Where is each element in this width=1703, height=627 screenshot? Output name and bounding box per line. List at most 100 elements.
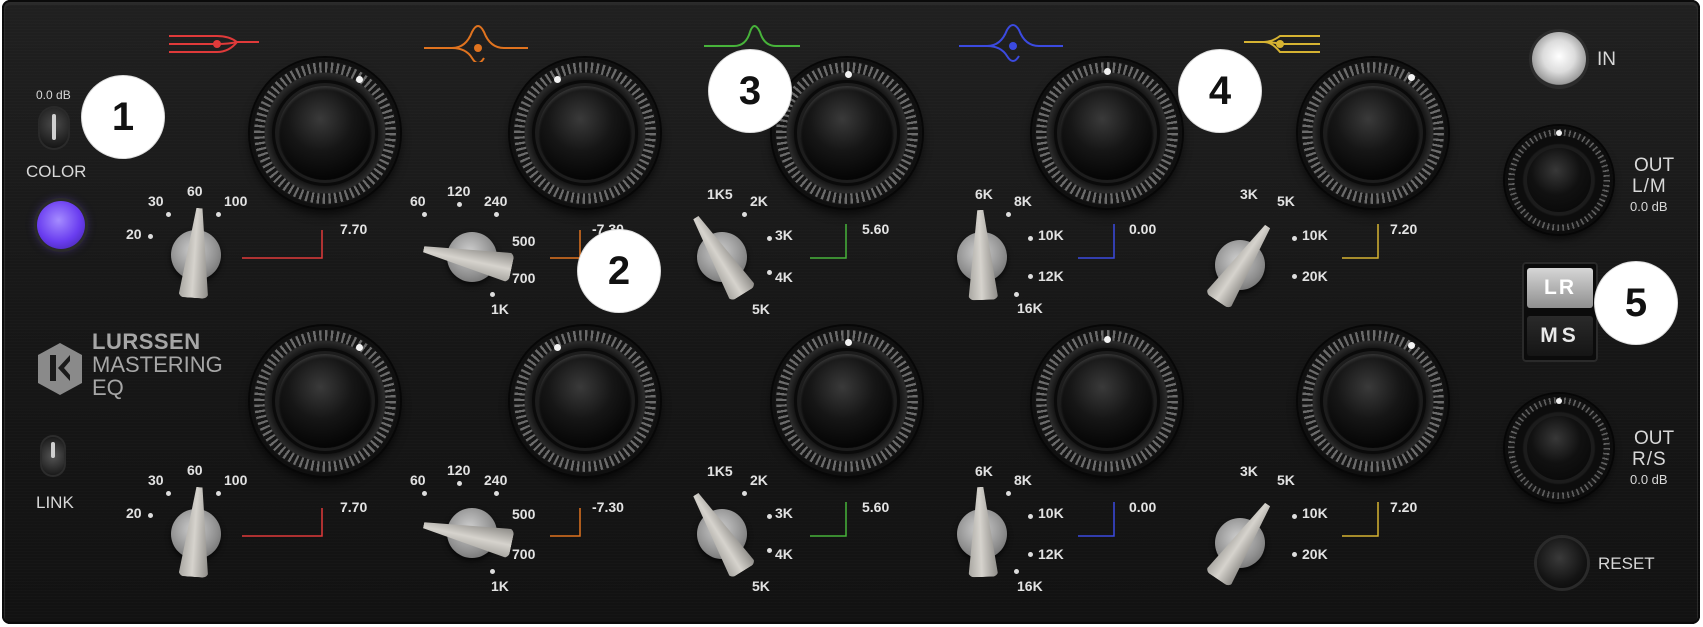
- band4-bottom-tick: 10K: [1038, 505, 1064, 521]
- band5-bottom-tick: 3K: [1240, 463, 1258, 479]
- band1-top-tick: 30: [148, 193, 164, 209]
- knob-indicator: [356, 76, 363, 83]
- band2-bottom-tick: 120: [447, 462, 471, 478]
- ms-button[interactable]: MS: [1527, 316, 1593, 356]
- band1-bottom-value-line: [242, 508, 323, 537]
- band4-top-tick: 6K: [975, 186, 993, 202]
- band1-top-freq-switch[interactable]: [166, 208, 226, 298]
- callout-2: 2: [578, 230, 660, 312]
- lr-button-label: LR: [1544, 276, 1576, 299]
- band3-bottom-gain-knob[interactable]: [772, 326, 922, 476]
- knob-indicator: [845, 339, 852, 346]
- band2-top-tick: 240: [484, 193, 508, 209]
- band4-bottom-tick: 12K: [1038, 546, 1064, 562]
- reset-label: RESET: [1598, 554, 1655, 573]
- band2-bottom-value: -7.30: [592, 499, 624, 515]
- band3-bottom-value: 5.60: [862, 499, 890, 515]
- band1-bottom-tick: 100: [224, 472, 248, 488]
- color-label: COLOR: [26, 162, 87, 181]
- band5-top-freq-switch[interactable]: [1210, 218, 1270, 308]
- lr-button[interactable]: LR: [1527, 268, 1593, 308]
- band4-top-gain-knob[interactable]: [1032, 58, 1182, 208]
- highshelf-curve-icon: [1244, 35, 1320, 53]
- toggle-lever: [52, 114, 56, 140]
- knob-indicator: [1104, 68, 1111, 75]
- toggle-lever: [51, 442, 55, 458]
- band3-bottom-tick: 1K5: [707, 463, 733, 479]
- band2-bottom-tick: 700: [512, 546, 536, 562]
- band5-bottom-gain-knob[interactable]: [1298, 326, 1448, 476]
- knob-indicator: [1556, 398, 1562, 404]
- out-lm-knob[interactable]: [1505, 126, 1613, 234]
- tick-dot: [767, 270, 772, 275]
- band3-top-freq-switch[interactable]: [692, 210, 752, 300]
- color-toggle-switch[interactable]: [40, 108, 68, 148]
- link-toggle-switch[interactable]: [42, 437, 64, 475]
- out-rs-knob[interactable]: [1505, 394, 1613, 502]
- tick-dot: [1292, 274, 1297, 279]
- band3-top-tick: 1K5: [707, 186, 733, 202]
- knob-indicator: [356, 344, 363, 351]
- band2-top-tick: 500: [512, 233, 536, 249]
- band1-top-value: 7.70: [340, 221, 368, 237]
- tick-dot: [422, 491, 427, 496]
- band5-top-value: 7.20: [1390, 221, 1418, 237]
- tick-dot: [148, 513, 153, 518]
- ms-button-label: MS: [1540, 324, 1580, 347]
- tick-dot: [1028, 514, 1033, 519]
- tick-dot: [457, 202, 462, 207]
- band3-bottom-tick: 5K: [752, 578, 770, 594]
- band5-bottom-tick: 5K: [1277, 472, 1295, 488]
- band5-top-tick: 3K: [1240, 186, 1258, 202]
- tick-dot: [1028, 274, 1033, 279]
- tick-dot: [1292, 514, 1297, 519]
- band1-bottom-freq-switch[interactable]: [166, 487, 226, 577]
- tick-dot: [1014, 569, 1019, 574]
- band3-bottom-freq-switch[interactable]: [692, 487, 752, 577]
- band2-bottom-freq-switch[interactable]: [442, 486, 502, 576]
- band4-top-value: 0.00: [1129, 221, 1157, 237]
- band5-top-gain-knob[interactable]: [1298, 58, 1448, 208]
- band4-top-freq-switch[interactable]: [952, 210, 1012, 300]
- band3-top-gain-knob[interactable]: [772, 58, 922, 208]
- band5-bottom-value-line: [1342, 502, 1379, 537]
- in-label: IN: [1597, 49, 1616, 70]
- band5-bottom-freq-switch[interactable]: [1210, 496, 1270, 586]
- band4-bottom-freq-switch[interactable]: [952, 487, 1012, 577]
- knob-indicator: [1104, 336, 1111, 343]
- band4-bottom-value-line: [1078, 502, 1115, 537]
- tick-dot: [1292, 236, 1297, 241]
- color-led-button[interactable]: [37, 201, 85, 249]
- band5-top-tick: 20K: [1302, 268, 1328, 284]
- band4-top-tick: 8K: [1014, 193, 1032, 209]
- lurssen-logo-icon: [38, 343, 82, 395]
- band4-bottom-tick: 8K: [1014, 472, 1032, 488]
- band3-top-value-line: [810, 224, 847, 259]
- bell-curve-green-icon: [704, 25, 800, 47]
- band2-top-gain-knob[interactable]: [510, 58, 660, 208]
- bell-curve-blue-icon: [959, 24, 1063, 62]
- knob-indicator: [1408, 342, 1415, 349]
- band3-bottom-tick: 2K: [750, 472, 768, 488]
- band5-bottom-tick: 10K: [1302, 505, 1328, 521]
- band1-top-gain-knob[interactable]: [250, 58, 400, 208]
- band1-top-tick: 100: [224, 193, 248, 209]
- band1-bottom-value: 7.70: [340, 499, 368, 515]
- out-rs-label: OUT: [1634, 428, 1675, 449]
- reset-button[interactable]: [1537, 538, 1587, 588]
- band1-bottom-gain-knob[interactable]: [250, 326, 400, 476]
- band3-bottom-tick: 4K: [775, 546, 793, 562]
- band1-top-value-line: [242, 230, 323, 259]
- band4-bottom-gain-knob[interactable]: [1032, 326, 1182, 476]
- band2-top-freq-switch[interactable]: [442, 210, 502, 300]
- band1-bottom-tick: 20: [126, 505, 142, 521]
- link-label: LINK: [36, 493, 74, 512]
- knob-indicator: [1408, 74, 1415, 81]
- in-bypass-button[interactable]: [1532, 32, 1586, 86]
- out-lm-sub: L/M: [1632, 176, 1667, 197]
- knob-indicator: [554, 344, 561, 351]
- band3-bottom-tick: 3K: [775, 505, 793, 521]
- knob-cap: [1527, 148, 1591, 212]
- tick-dot: [767, 514, 772, 519]
- band2-bottom-gain-knob[interactable]: [510, 326, 660, 476]
